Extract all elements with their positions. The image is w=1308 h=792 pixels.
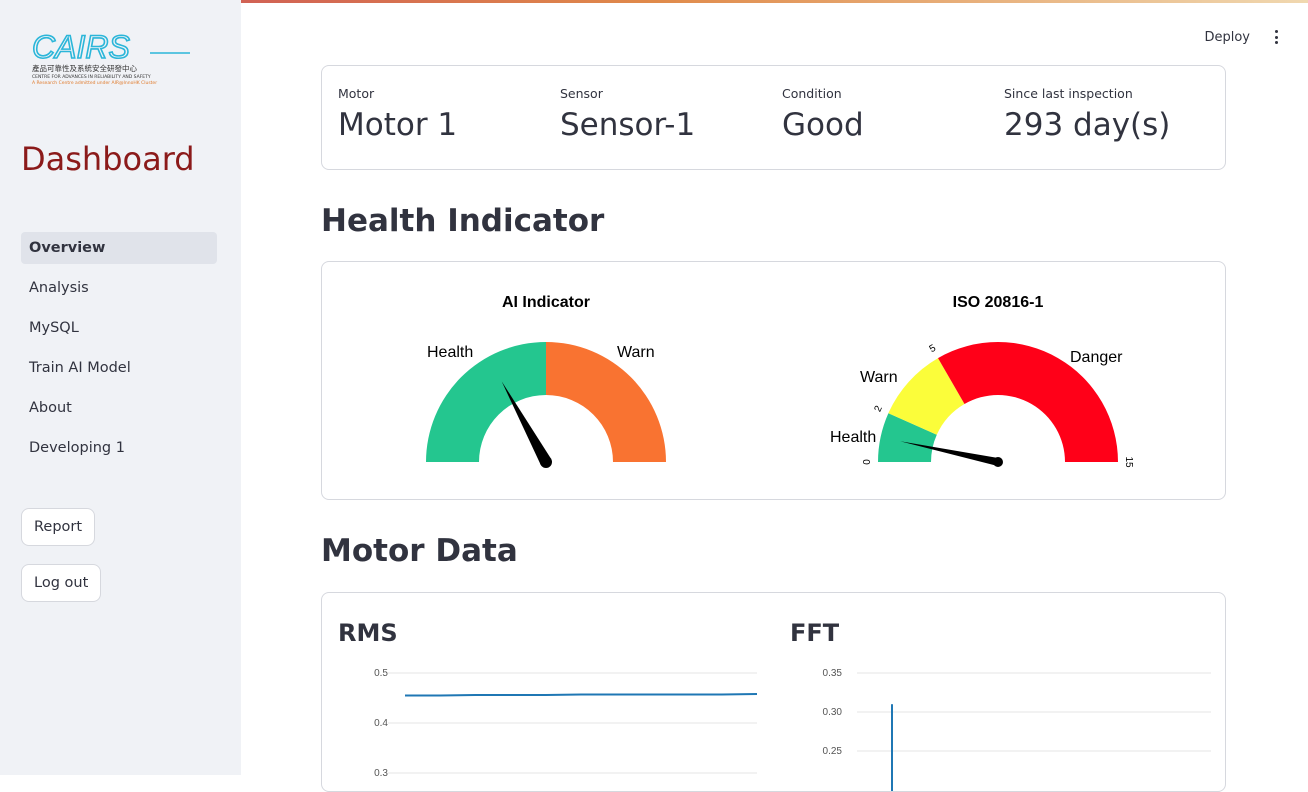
ai-gauge-title: AI Indicator [502, 294, 590, 311]
fft-chart: 0.35 0.30 0.25 [823, 668, 1211, 791]
fft-y-tick: 0.30 [823, 707, 843, 718]
metric-label: Sensor [560, 86, 603, 101]
health-indicator-title: Health Indicator [321, 203, 605, 239]
logo-subtitle-cn: 產品可靠性及系統安全研發中心 [32, 63, 137, 73]
iso-tick-label: 0 [862, 459, 873, 465]
fft-y-tick: 0.25 [823, 746, 843, 757]
metric-since-inspection: Since last inspection 293 day(s) [1004, 86, 1170, 143]
ai-gauge-hub [540, 456, 552, 468]
motor-charts-svg: 0.5 0.4 0.3 0.35 0.30 0.25 [374, 668, 1211, 791]
sidebar-item-mysql[interactable]: MySQL [21, 312, 217, 344]
sidebar-item-analysis[interactable]: Analysis [21, 272, 217, 304]
kebab-menu-icon[interactable] [1268, 28, 1284, 46]
logout-button[interactable]: Log out [21, 564, 102, 602]
metric-value: Sensor-1 [560, 107, 696, 143]
sidebar: CAIRS 產品可靠性及系統安全研發中心 CENTRE FOR ADVANCES… [0, 0, 241, 775]
sidebar-item-overview[interactable]: Overview [21, 232, 217, 264]
deploy-button[interactable]: Deploy [1204, 30, 1250, 45]
metric-condition: Condition Good [782, 86, 864, 143]
metric-label: Since last inspection [1004, 86, 1133, 101]
rms-y-tick: 0.3 [374, 768, 388, 779]
ai-gauge-health-label: Health [427, 344, 473, 361]
rms-chart: 0.5 0.4 0.3 [374, 668, 758, 779]
metric-value: Good [782, 107, 864, 143]
metric-value: Motor 1 [338, 107, 458, 143]
gauges-svg: AI Indicator Health Warn ISO 20816-1 Hea… [426, 294, 1134, 468]
fft-y-tick: 0.35 [823, 668, 843, 679]
cairs-logo: CAIRS 產品可靠性及系統安全研發中心 CENTRE FOR ADVANCES… [31, 28, 190, 86]
logo-text: CAIRS [32, 29, 130, 65]
rms-y-tick: 0.5 [374, 668, 388, 679]
report-button[interactable]: Report [21, 508, 96, 546]
sidebar-item-developing-1[interactable]: Developing 1 [21, 432, 217, 464]
sidebar-item-train-ai-model[interactable]: Train AI Model [21, 352, 217, 384]
sidebar-item-about[interactable]: About [21, 392, 217, 424]
sidebar-nav: Overview Analysis MySQL Train AI Model A… [21, 232, 217, 472]
metric-value: 293 day(s) [1004, 107, 1171, 143]
metric-sensor: Sensor Sensor-1 [560, 86, 695, 143]
logo-subtitle-en: CENTRE FOR ADVANCES IN RELIABILITY AND S… [32, 74, 151, 80]
metric-motor: Motor Motor 1 [338, 86, 457, 143]
sidebar-title: Dashboard [21, 140, 195, 178]
rms-y-tick: 0.4 [374, 718, 388, 729]
rms-series-line [405, 693, 758, 697]
iso-tick-label: 15 [1123, 456, 1134, 468]
motor-data-card: RMS FFT 0.5 0.4 0.3 0.35 0.30 0.25 [321, 592, 1226, 792]
health-indicator-card: AI Indicator Health Warn ISO 20816-1 Hea… [321, 261, 1226, 500]
ai-gauge-warn-label: Warn [617, 344, 655, 361]
iso-gauge-hub [993, 457, 1003, 467]
iso-tick-label: 2 [873, 404, 885, 414]
iso-gauge-warn-label: Warn [860, 369, 898, 386]
iso-gauge-title: ISO 20816-1 [953, 294, 1044, 311]
iso-gauge-health-label: Health [830, 429, 876, 446]
iso-gauge-danger-label: Danger [1070, 349, 1123, 366]
iso-tick-label: 5 [928, 343, 939, 356]
motor-data-title: Motor Data [321, 533, 518, 569]
metric-label: Condition [782, 86, 842, 101]
header-actions: Deploy [1204, 28, 1284, 46]
logo-subtitle-2: A Research Centre admitted under AIR@Inn… [32, 80, 157, 86]
metric-label: Motor [338, 86, 375, 101]
metrics-card: Motor Motor 1 Sensor Sensor-1 Condition … [321, 65, 1226, 170]
